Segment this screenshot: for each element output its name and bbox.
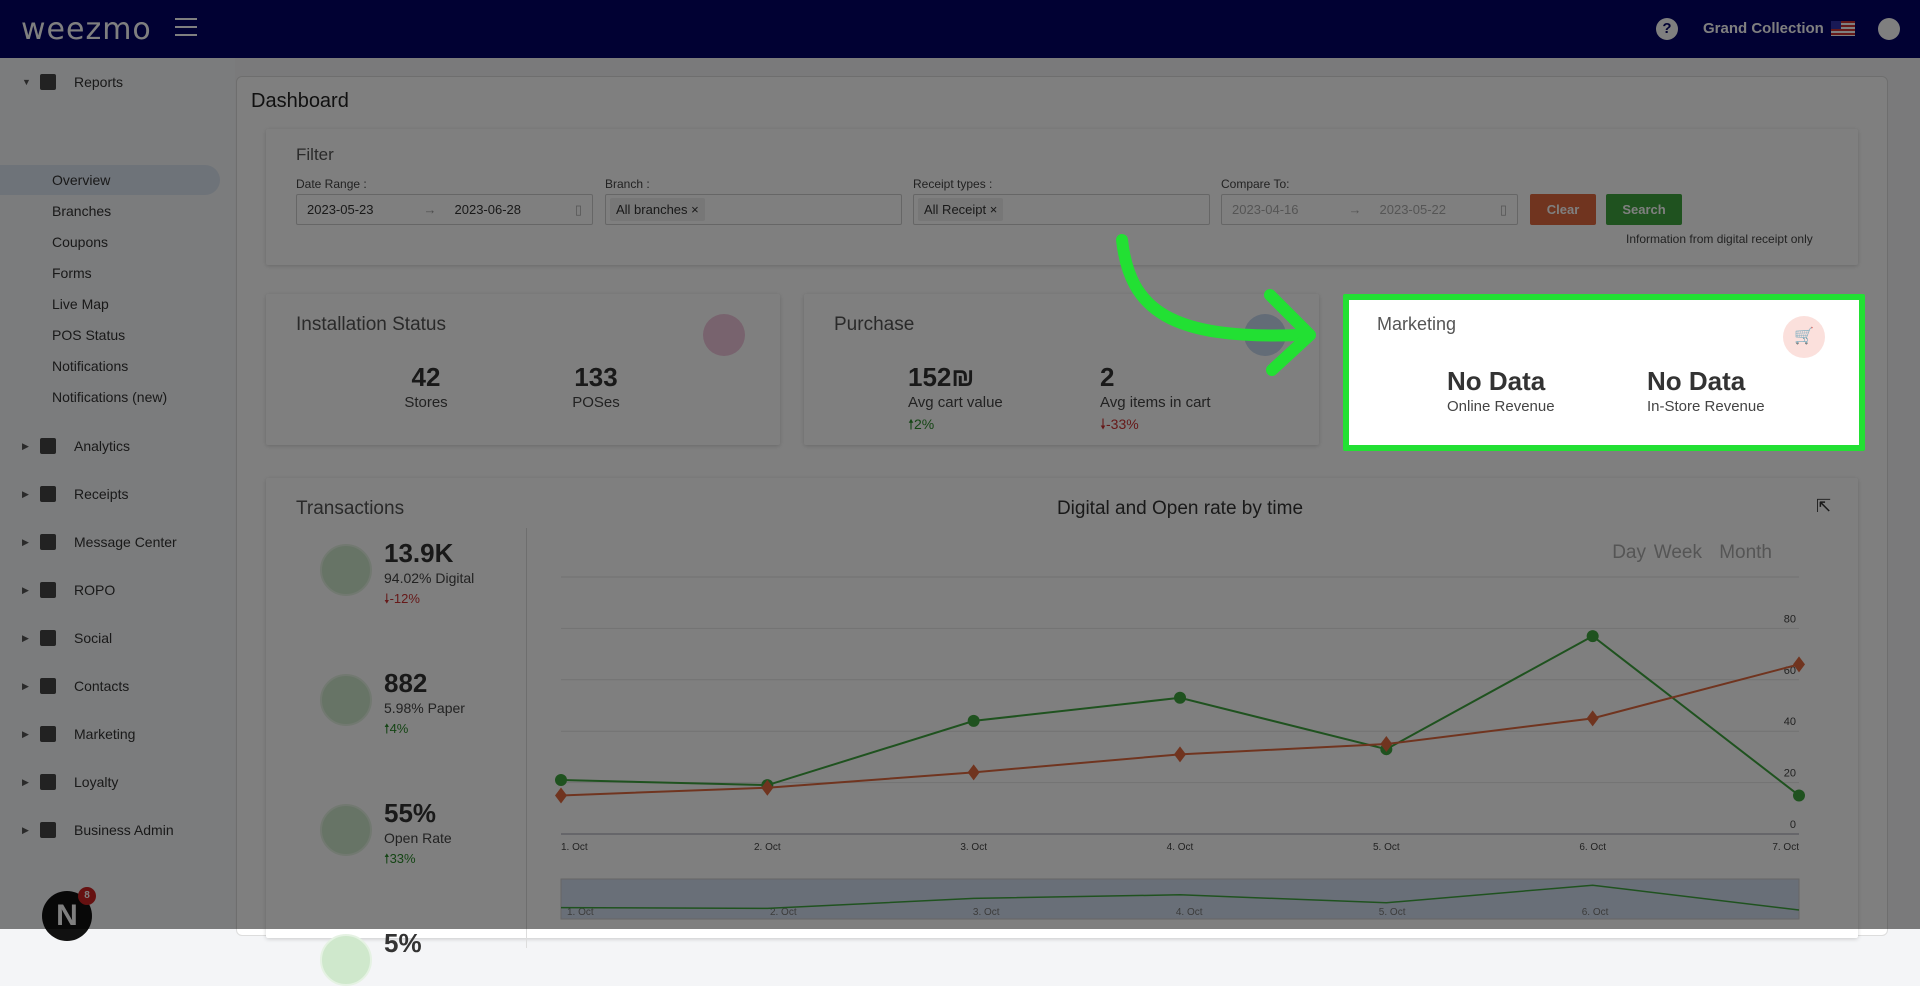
tour-arrow-icon [1116, 234, 1316, 376]
online-revenue-value: No Data [1447, 366, 1546, 396]
instore-revenue-label: In-Store Revenue [1647, 398, 1765, 415]
card-title: Marketing [1377, 314, 1457, 334]
stat-icon [320, 934, 372, 986]
cart-icon: 🛒 [1783, 316, 1825, 358]
tour-overlay [0, 0, 1920, 929]
marketing-card: Marketing 🛒 No Data Online Revenue No Da… [1343, 294, 1865, 451]
instore-revenue-value: No Data [1647, 366, 1746, 396]
stat-value: 5% [384, 928, 422, 958]
online-revenue-label: Online Revenue [1447, 398, 1555, 415]
